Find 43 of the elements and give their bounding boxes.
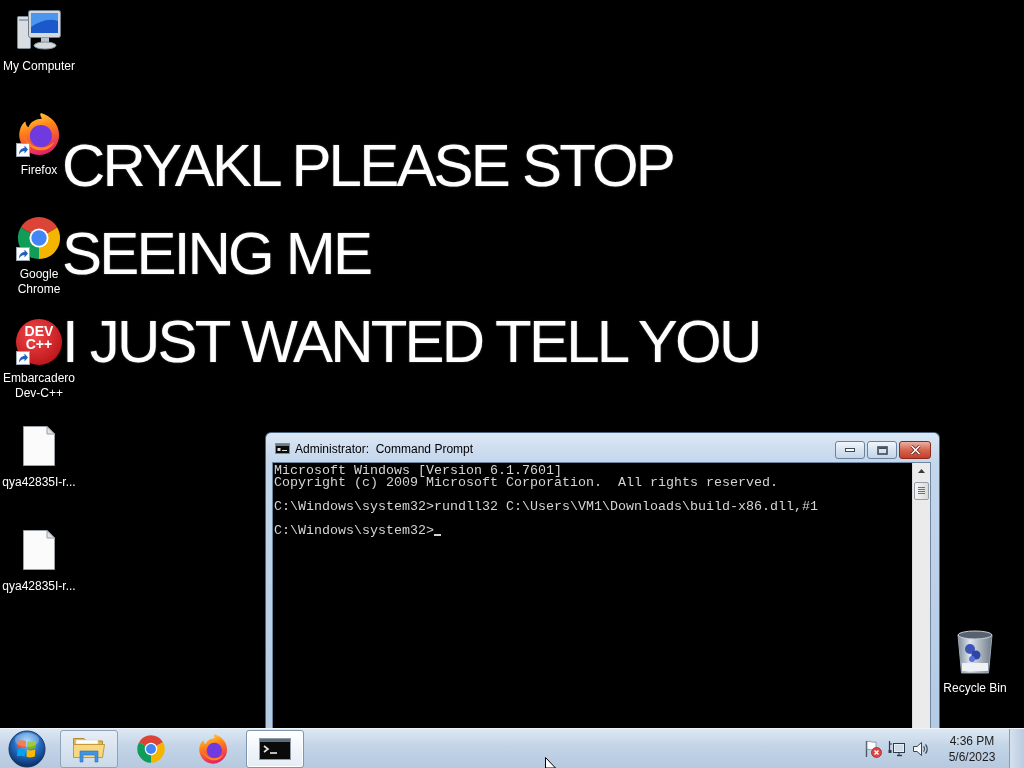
- flag-icon[interactable]: [864, 739, 882, 758]
- scrollbar-thumb[interactable]: [914, 482, 929, 500]
- terminal-icon: [275, 443, 290, 454]
- close-button[interactable]: [899, 441, 931, 459]
- grip-icon: [918, 487, 925, 495]
- icon-label[interactable]: Firefox: [20, 163, 58, 178]
- icon-label[interactable]: Embarcadero Dev-C++: [2, 371, 75, 401]
- wallpaper-text: I JUST WANTED TELL YOU: [62, 316, 760, 368]
- speaker-icon[interactable]: [912, 739, 930, 758]
- firefox-icon: [197, 732, 229, 765]
- terminal-icon: [259, 737, 291, 760]
- trash-can-icon[interactable]: [955, 629, 995, 675]
- caret-icon: [918, 469, 925, 473]
- text-file-icon[interactable]: [22, 529, 56, 571]
- scrollbar[interactable]: [912, 463, 930, 728]
- chrome-icon: [136, 733, 166, 764]
- computer-icon[interactable]: [16, 9, 62, 51]
- wallpaper-text: CRYAKL PLEASE STOP: [62, 140, 673, 192]
- minimize-icon: [845, 448, 855, 452]
- program-logo[interactable]: DEV C++: [16, 319, 62, 365]
- icon-label[interactable]: My Computer: [3, 59, 75, 74]
- windows-logo-icon: [8, 729, 46, 768]
- close-icon: [909, 445, 921, 455]
- console-line: C:\Windows\system32>rundll32 C:\Users\VM1\Downloads\build-x86.dll,#1: [274, 501, 818, 513]
- window-title: Administrator: Command Prompt: [295, 442, 474, 456]
- chrome-icon[interactable]: [16, 215, 62, 261]
- start-button[interactable]: [5, 728, 49, 768]
- console-line: Copyright (c) 2009 Microsoft Corporation. All rights reserved.: [274, 477, 778, 489]
- maximize-button[interactable]: [867, 441, 897, 459]
- clock[interactable]: 4:36 PM 5/6/2023: [939, 729, 1005, 768]
- icon-label[interactable]: Google Chrome: [17, 267, 61, 297]
- wallpaper-text: SEEING ME: [62, 228, 371, 280]
- icon-label[interactable]: qya42835I-r...: [2, 579, 76, 594]
- icon-label[interactable]: Recycle Bin: [943, 681, 1007, 696]
- taskbar-button[interactable]: [246, 729, 304, 768]
- text-file-icon[interactable]: [22, 425, 56, 467]
- console-line: Microsoft Windows [Version 6.1.7601]: [274, 465, 562, 477]
- icon-label[interactable]: qya42835I-r...: [2, 475, 76, 490]
- minimize-button[interactable]: [835, 441, 865, 459]
- maximize-icon: [876, 445, 888, 455]
- network-icon[interactable]: [888, 739, 906, 758]
- mouse-pointer-icon: [545, 757, 556, 768]
- console-line: C:\Windows\system32>: [274, 525, 434, 537]
